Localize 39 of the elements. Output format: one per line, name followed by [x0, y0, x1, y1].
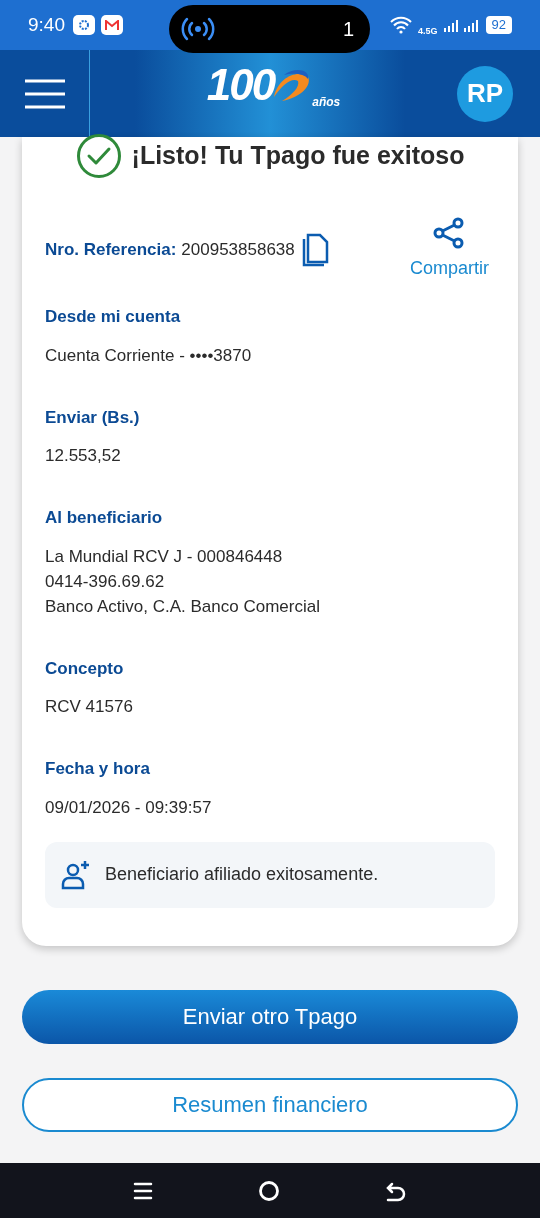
home-icon[interactable]: [258, 1179, 280, 1202]
settings-notification-icon: [73, 15, 95, 35]
detail-value: RCV 41576: [45, 696, 134, 718]
send-again-button[interactable]: Enviar otro Tpago: [22, 989, 518, 1044]
network-type: 4.5G: [418, 26, 438, 36]
pill-count: 1: [342, 17, 354, 42]
copy-button[interactable]: [301, 233, 330, 267]
detail-label: Al beneficiario: [45, 507, 164, 529]
add-user-icon: [61, 859, 91, 890]
detail-value: La Mundial RCV J - 000846448: [45, 545, 284, 568]
logo-suffix: años: [312, 93, 341, 111]
detail-value: 12.553,52: [45, 445, 122, 467]
detail-label: Desde mi cuenta: [45, 306, 182, 328]
avatar-button[interactable]: RP: [457, 65, 513, 122]
logo-number: 100: [206, 62, 275, 107]
detail-value: Banco Activo, C.A. Banco Comercial: [45, 595, 321, 618]
check-circle-icon: [75, 133, 122, 179]
share-button[interactable]: Compartir: [410, 217, 489, 282]
mail-notification-icon: [101, 15, 123, 35]
detail-value: 0414-396.69.62: [45, 570, 166, 593]
reference-label: Nro. Referencia:: [45, 239, 177, 262]
signal-icon: [463, 18, 480, 32]
menu-icon: [24, 77, 65, 110]
battery-level: 92: [485, 16, 512, 34]
wifi-icon: [390, 16, 412, 34]
success-title: ¡Listo! Tu Tpago fue exitoso: [131, 140, 465, 172]
detail-label: Enviar (Bs.): [45, 406, 141, 429]
detail-label: Concepto: [45, 657, 125, 680]
reference-number: 200953858638: [181, 239, 295, 262]
broadcast-icon: [181, 16, 215, 42]
copy-icon: [301, 233, 330, 267]
summary-button[interactable]: Resumen financiero: [22, 1077, 518, 1132]
clock-time: 9:40: [28, 12, 65, 37]
notice-text: Beneficiario afiliado exitosamente.: [105, 863, 379, 886]
detail-label: Fecha y hora: [45, 758, 151, 780]
recent-apps-icon[interactable]: [132, 1180, 153, 1201]
signal-icon: [443, 18, 458, 32]
detail-value: 09/01/2026 - 09:39:57: [45, 796, 213, 819]
detail-value: Cuenta Corriente - ••••3870: [45, 344, 253, 367]
